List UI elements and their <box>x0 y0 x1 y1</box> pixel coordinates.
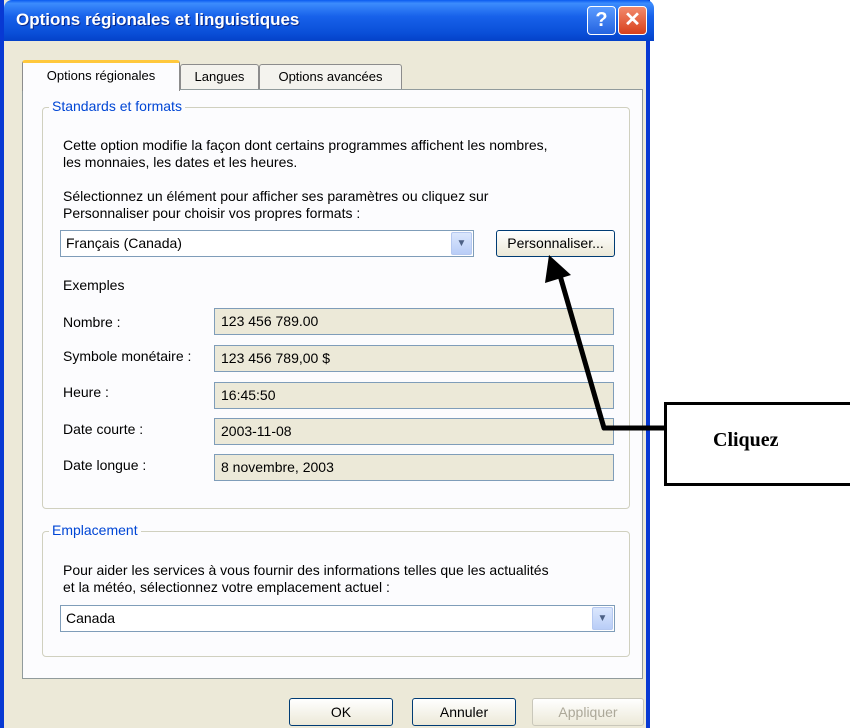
location-legend: Emplacement <box>49 522 141 538</box>
locale-select[interactable]: Français (Canada) ▼ <box>60 230 474 257</box>
example-value-short-date: 2003-11-08 <box>214 418 614 445</box>
tab-options-avancees[interactable]: Options avancées <box>259 64 402 90</box>
window-title: Options régionales et linguistiques <box>16 10 300 29</box>
standards-description-line1: Cette option modifie la façon dont certa… <box>63 137 548 153</box>
example-label-currency: Symbole monétaire : <box>63 348 192 364</box>
tab-panel: Standards et formats Cette option modifi… <box>22 89 643 679</box>
location-select-value: Canada <box>66 610 116 626</box>
location-group: Emplacement Pour aider les services à vo… <box>42 522 630 657</box>
close-icon[interactable]: ✕ <box>618 6 647 35</box>
customize-button[interactable]: Personnaliser... <box>496 230 615 257</box>
cancel-button[interactable]: Annuler <box>412 698 516 726</box>
cancel-button-label: Annuler <box>439 704 489 720</box>
chevron-down-icon[interactable]: ▼ <box>592 607 613 630</box>
ok-button-label: OK <box>330 704 352 720</box>
apply-button-label: Appliquer <box>558 704 618 720</box>
example-label-time: Heure : <box>63 384 109 400</box>
tab-langues[interactable]: Langues <box>180 64 259 90</box>
select-instruction-line2: Personnaliser pour choisir vos propres f… <box>63 205 361 221</box>
locale-select-value: Français (Canada) <box>66 235 182 251</box>
example-label-number: Nombre : <box>63 314 121 330</box>
tab-options-regionales[interactable]: Options régionales <box>22 60 180 91</box>
callout-label: Cliquez <box>713 429 779 451</box>
customize-button-label: Personnaliser... <box>507 235 604 251</box>
apply-button[interactable]: Appliquer <box>532 698 644 726</box>
example-value-time: 16:45:50 <box>214 382 614 409</box>
callout-box: Cliquez <box>664 402 850 486</box>
location-description-line2: et la météo, sélectionnez votre emplacem… <box>63 579 390 595</box>
ok-button[interactable]: OK <box>289 698 393 726</box>
select-instruction-line1: Sélectionnez un élément pour afficher se… <box>63 188 489 204</box>
example-label-long-date: Date longue : <box>63 457 147 473</box>
example-value-number: 123 456 789.00 <box>214 308 614 335</box>
example-label-short-date: Date courte : <box>63 421 144 437</box>
location-description-line1: Pour aider les services à vous fournir d… <box>63 562 549 578</box>
standards-description-line2: les monnaies, les dates et les heures. <box>63 154 298 170</box>
location-select[interactable]: Canada ▼ <box>60 605 615 632</box>
title-bar[interactable]: Options régionales et linguistiques ? ✕ <box>4 0 654 41</box>
chevron-down-icon[interactable]: ▼ <box>451 232 472 255</box>
examples-label: Exemples <box>63 277 125 293</box>
example-value-long-date: 8 novembre, 2003 <box>214 454 614 481</box>
dialog-window: Options régionales et linguistiques ? ✕ … <box>0 0 654 728</box>
help-icon[interactable]: ? <box>587 6 616 35</box>
example-value-currency: 123 456 789,00 $ <box>214 345 614 372</box>
standards-group: Standards et formats Cette option modifi… <box>42 98 630 509</box>
standards-legend: Standards et formats <box>49 98 185 114</box>
